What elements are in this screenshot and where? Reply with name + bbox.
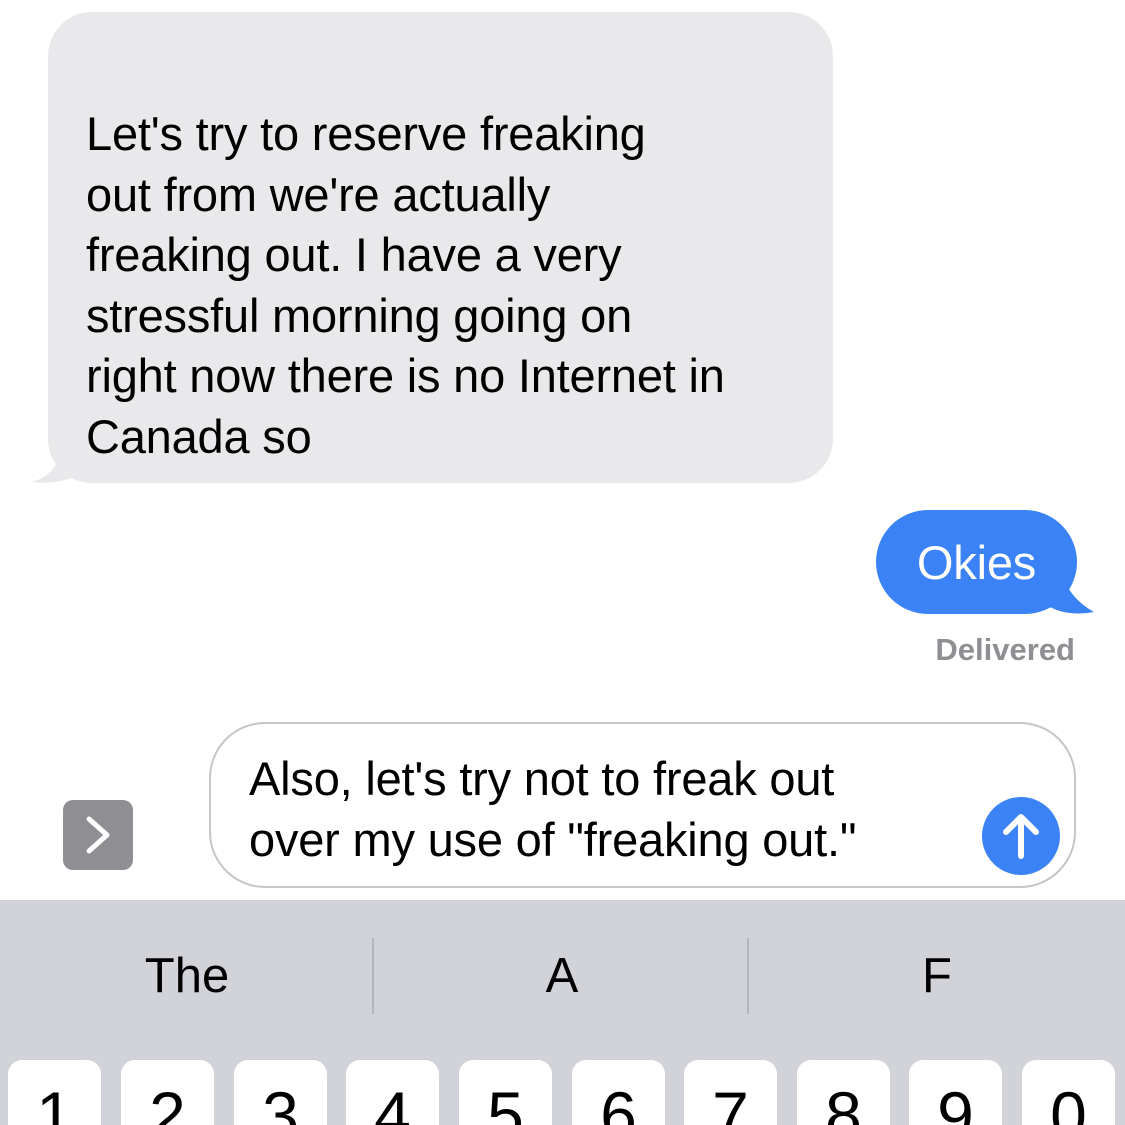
chevron-right-icon: [86, 816, 110, 854]
key-8[interactable]: 8: [797, 1060, 890, 1125]
suggestion-2[interactable]: A: [375, 948, 749, 1004]
expand-apps-button[interactable]: [63, 800, 133, 870]
key-0[interactable]: 0: [1022, 1060, 1115, 1125]
arrow-up-icon: [1003, 814, 1039, 859]
key-7[interactable]: 7: [684, 1060, 777, 1125]
key-4[interactable]: 4: [346, 1060, 439, 1125]
send-button[interactable]: [982, 797, 1060, 875]
key-3[interactable]: 3: [234, 1060, 327, 1125]
outgoing-message-text: Okies: [916, 535, 1037, 589]
suggestion-divider: [372, 938, 374, 1014]
keyboard: The A F 1 2 3 4 5 6 7 8 9 0: [0, 900, 1125, 1125]
key-6[interactable]: 6: [572, 1060, 665, 1125]
suggestion-1[interactable]: The: [0, 948, 374, 1004]
outgoing-message-bubble[interactable]: Okies: [876, 510, 1077, 614]
delivery-status: Delivered: [935, 632, 1075, 667]
suggestion-3[interactable]: F: [750, 948, 1124, 1004]
messages-screen: Let's try to reserve freaking out from w…: [0, 0, 1125, 1125]
message-input-text[interactable]: Also, let's try not to freak out over my…: [249, 748, 949, 870]
key-2[interactable]: 2: [121, 1060, 214, 1125]
incoming-message-bubble[interactable]: Let's try to reserve freaking out from w…: [48, 12, 833, 483]
suggestion-divider: [747, 938, 749, 1014]
key-5[interactable]: 5: [459, 1060, 552, 1125]
message-input-field[interactable]: Also, let's try not to freak out over my…: [209, 722, 1076, 888]
key-9[interactable]: 9: [909, 1060, 1002, 1125]
key-1[interactable]: 1: [8, 1060, 101, 1125]
incoming-message-text: Let's try to reserve freaking out from w…: [86, 107, 725, 463]
